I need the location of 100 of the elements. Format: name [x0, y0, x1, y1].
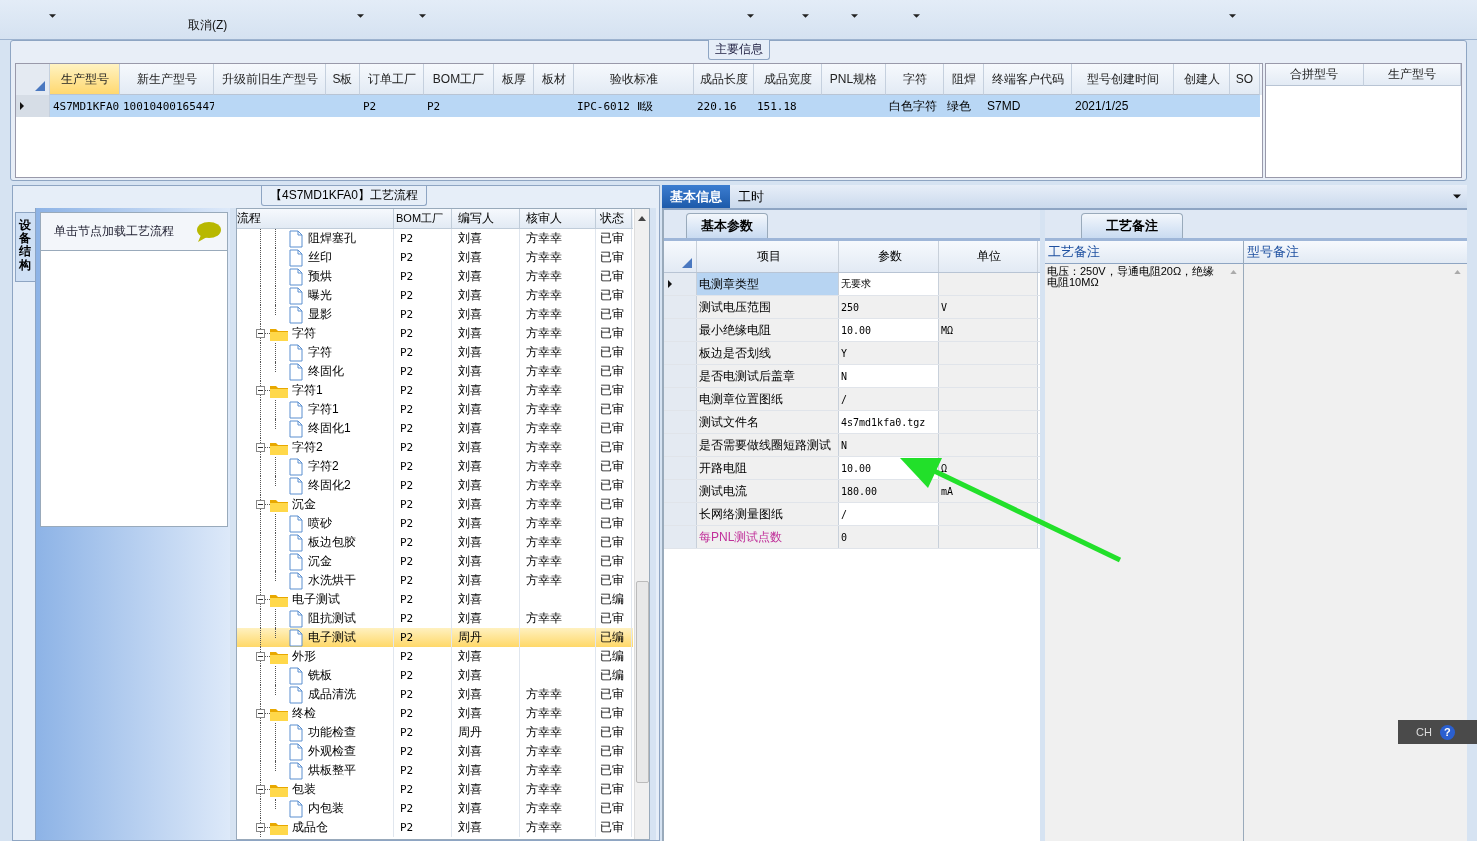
- collapse-icon[interactable]: [256, 329, 265, 338]
- table-row[interactable]: 测试文件名 4s7md1kfa0.tgz: [664, 411, 1040, 434]
- corner-triangle-icon[interactable]: [682, 258, 692, 268]
- dropdown-caret-icon[interactable]: [747, 13, 755, 18]
- corner-triangle-icon[interactable]: [35, 81, 45, 91]
- tab[interactable]: 工艺备注: [1081, 213, 1183, 238]
- table-cell: 已编: [600, 667, 624, 684]
- document-icon: [289, 799, 303, 818]
- table-row[interactable]: 是否需要做线圈短路测试 N: [664, 434, 1040, 457]
- table-row[interactable]: 4S7MD1KFA0 10010400165447 P2 P2 IPC-6012 Ⅱ级 220.16 151.18 白色字符 绿色 S7MD 2021/1/25: [16, 95, 1262, 117]
- tree-row[interactable]: 字符1 P2 刘喜 方幸幸 已审: [237, 400, 633, 419]
- tree-row[interactable]: 沉金 P2 刘喜 方幸幸 已审: [237, 495, 633, 514]
- column-header[interactable]: 编写人: [452, 209, 520, 228]
- tree-row[interactable]: 铣板 P2 刘喜 已编: [237, 666, 633, 685]
- tree-row[interactable]: 字符2 P2 刘喜 方幸幸 已审: [237, 438, 633, 457]
- scrollbar[interactable]: [634, 209, 649, 839]
- tree-row[interactable]: 沉金 P2 刘喜 方幸幸 已审: [237, 552, 633, 571]
- column-header[interactable]: 单位: [939, 241, 1038, 272]
- tree-node-label: 沉金: [292, 496, 316, 513]
- collapse-icon[interactable]: [256, 443, 265, 452]
- tree-row[interactable]: 字符1 P2 刘喜 方幸幸 已审: [237, 381, 633, 400]
- document-icon: [289, 685, 303, 704]
- dropdown-caret-icon[interactable]: [419, 13, 427, 18]
- tree-row[interactable]: 板边包胶 P2 刘喜 方幸幸 已审: [237, 533, 633, 552]
- cancel-menu-item[interactable]: 取消(Z): [188, 17, 228, 34]
- tree-row[interactable]: 内包装 P2 刘喜 方幸幸 已审: [237, 799, 633, 818]
- help-icon[interactable]: ?: [1439, 724, 1455, 740]
- collapse-icon[interactable]: [256, 652, 265, 661]
- column-header[interactable]: 合拼型号: [1266, 64, 1364, 86]
- table-row[interactable]: 电测章类型 无要求: [664, 273, 1040, 296]
- table-row[interactable]: 测试电流 180.00 mA: [664, 480, 1040, 503]
- collapse-icon[interactable]: [256, 823, 265, 832]
- language-bar[interactable]: CH ?: [1398, 720, 1477, 744]
- table-row[interactable]: 每PNL测试点数 0: [664, 526, 1040, 549]
- table-cell: P2: [400, 460, 414, 473]
- dropdown-caret-icon[interactable]: [851, 13, 859, 18]
- collapse-icon[interactable]: [256, 595, 265, 604]
- tree-row[interactable]: 电子测试 P2 周丹 已编: [237, 628, 633, 647]
- tab[interactable]: 基本参数: [686, 213, 768, 238]
- tree-row[interactable]: 字符2 P2 刘喜 方幸幸 已审: [237, 457, 633, 476]
- table-row[interactable]: 电测章位置图纸 /: [664, 388, 1040, 411]
- tree-row[interactable]: 阻焊塞孔 P2 刘喜 方幸幸 已审: [237, 229, 633, 248]
- table-cell: 刘喜: [458, 800, 482, 817]
- tree-node-label: 字符1: [292, 382, 323, 399]
- tree-row[interactable]: 字符 P2 刘喜 方幸幸 已审: [237, 343, 633, 362]
- tree-row[interactable]: 终固化2 P2 刘喜 方幸幸 已审: [237, 476, 633, 495]
- table-row[interactable]: 测试电压范围 250 V: [664, 296, 1040, 319]
- tab[interactable]: 工时: [730, 185, 772, 208]
- dropdown-caret-icon[interactable]: [1229, 13, 1237, 18]
- dropdown-caret-icon[interactable]: [1453, 194, 1461, 199]
- collapse-icon[interactable]: [256, 500, 265, 509]
- column-header[interactable]: BOM工厂: [394, 209, 452, 228]
- column-header[interactable]: 流程: [237, 209, 394, 228]
- table-cell: 方幸幸: [526, 401, 562, 418]
- tree-row[interactable]: 成品仓 P2 刘喜 方幸幸 已审: [237, 818, 633, 837]
- tree-row[interactable]: 终固化1 P2 刘喜 方幸幸 已审: [237, 419, 633, 438]
- tree-row[interactable]: 电子测试 P2 刘喜 已编: [237, 590, 633, 609]
- tree-row[interactable]: 终检 P2 刘喜 方幸幸 已审: [237, 704, 633, 723]
- table-cell: 10.00: [841, 462, 872, 474]
- table-cell: 刘喜: [458, 686, 482, 703]
- tree-row[interactable]: 喷砂 P2 刘喜 方幸幸 已审: [237, 514, 633, 533]
- side-tab[interactable]: 设备结构: [15, 212, 35, 282]
- dropdown-caret-icon[interactable]: [49, 13, 56, 18]
- column-header[interactable]: 核审人: [520, 209, 596, 228]
- tree-row[interactable]: 水洗烘干 P2 刘喜 方幸幸 已审: [237, 571, 633, 590]
- tree-row[interactable]: 包装 P2 刘喜 方幸幸 已审: [237, 780, 633, 799]
- tree-row[interactable]: 显影 P2 刘喜 方幸幸 已审: [237, 305, 633, 324]
- table-cell: 已审: [600, 268, 624, 285]
- tree-row[interactable]: 字符 P2 刘喜 方幸幸 已审: [237, 324, 633, 343]
- table-row[interactable]: 板边是否划线 Y: [664, 342, 1040, 365]
- dropdown-caret-icon[interactable]: [913, 13, 921, 18]
- tab[interactable]: 基本信息: [662, 185, 730, 208]
- dropdown-caret-icon[interactable]: [802, 13, 810, 18]
- column-header[interactable]: 状态: [596, 209, 632, 228]
- tree-row[interactable]: 功能检查 P2 周丹 方幸幸 已审: [237, 723, 633, 742]
- tree-row[interactable]: 成品清洗 P2 刘喜 方幸幸 已审: [237, 685, 633, 704]
- table-cell: 刘喜: [458, 762, 482, 779]
- collapse-icon[interactable]: [256, 709, 265, 718]
- tree-row[interactable]: 外形 P2 刘喜 已编: [237, 647, 633, 666]
- column-header[interactable]: 生产型号: [50, 64, 120, 95]
- dropdown-caret-icon[interactable]: [357, 13, 365, 18]
- tree-row[interactable]: 外观检查 P2 刘喜 方幸幸 已审: [237, 742, 633, 761]
- tree-row[interactable]: 烘板整平 P2 刘喜 方幸幸 已审: [237, 761, 633, 780]
- tree-row[interactable]: 丝印 P2 刘喜 方幸幸 已审: [237, 248, 633, 267]
- tree-row[interactable]: 曝光 P2 刘喜 方幸幸 已审: [237, 286, 633, 305]
- table-cell: P2: [400, 536, 414, 549]
- scroll-up-icon[interactable]: [638, 216, 646, 221]
- tree-row[interactable]: 终固化 P2 刘喜 方幸幸 已审: [237, 362, 633, 381]
- table-cell: 已审: [600, 458, 624, 475]
- table-row[interactable]: 是否电测试后盖章 N: [664, 365, 1040, 388]
- column-header[interactable]: 项目: [697, 241, 839, 272]
- table-row[interactable]: 长网络测量图纸 /: [664, 503, 1040, 526]
- table-row[interactable]: 最小绝缘电阻 10.00 MΩ: [664, 319, 1040, 342]
- tree-row[interactable]: 预烘 P2 刘喜 方幸幸 已审: [237, 267, 633, 286]
- text-area[interactable]: 电压：250V，导通电阻20Ω，绝缘电阻10MΩ: [1045, 264, 1243, 841]
- collapse-icon[interactable]: [256, 386, 265, 395]
- collapse-icon[interactable]: [256, 785, 265, 794]
- column-header[interactable]: 参数: [839, 241, 939, 272]
- tree-node-label: 水洗烘干: [308, 572, 356, 589]
- column-header[interactable]: 生产型号: [1363, 64, 1461, 86]
